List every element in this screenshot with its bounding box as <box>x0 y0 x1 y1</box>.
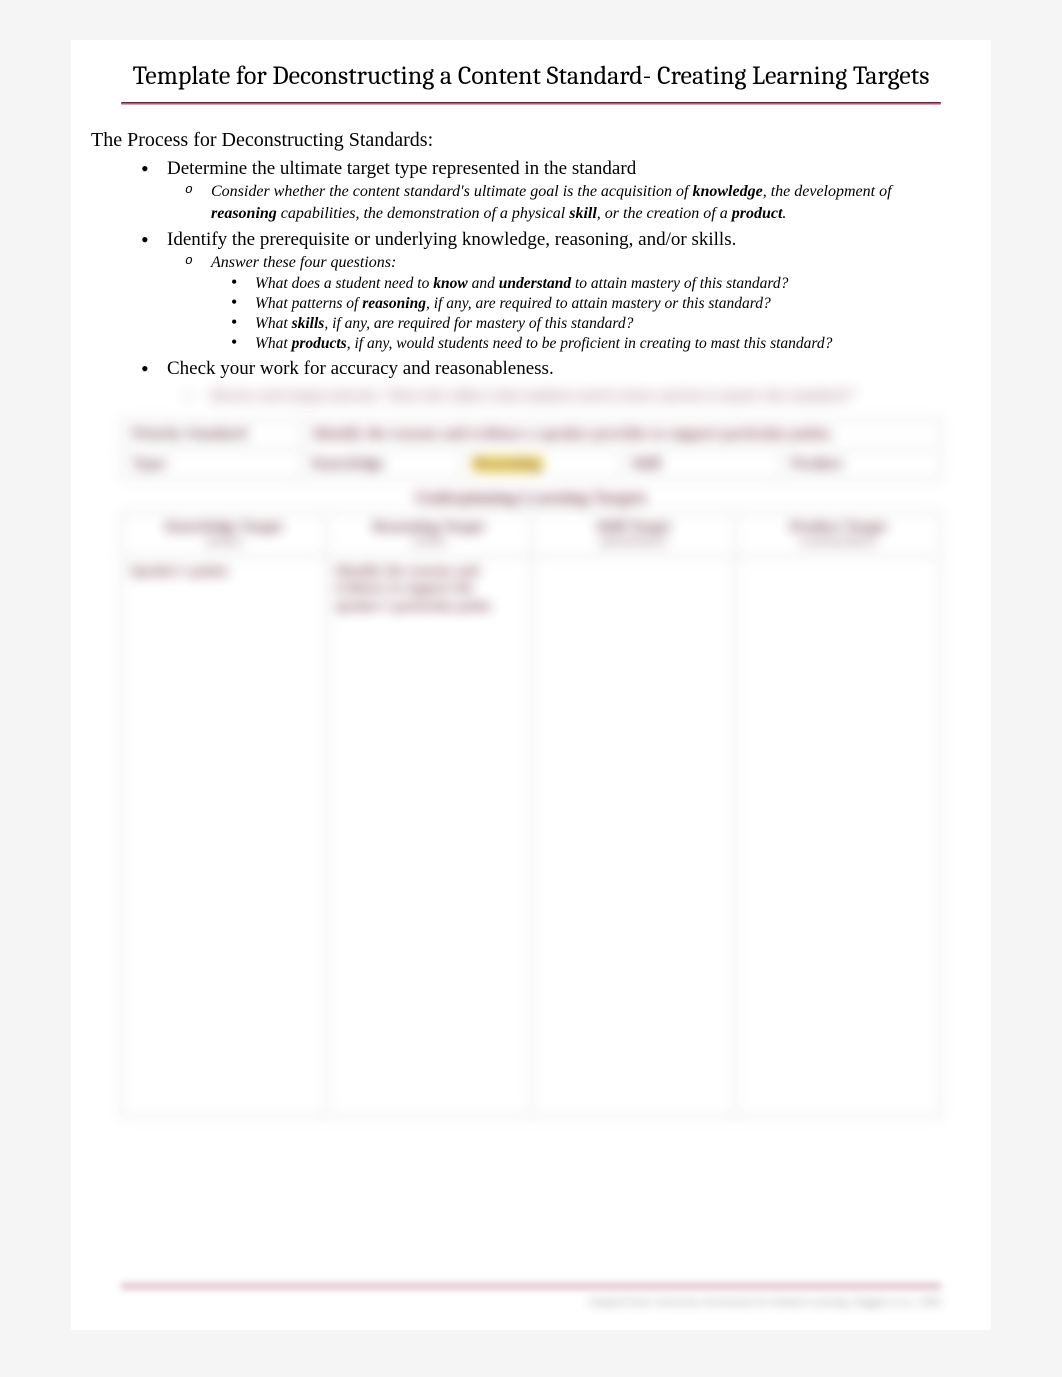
bullet-identify-text: Identify the prerequisite or underlying … <box>167 229 736 250</box>
q4c: , if any, would students need to be prof… <box>347 335 833 352</box>
header-skill-sub: (performance) <box>536 536 732 549</box>
process-heading: The Process for Deconstructing Standards… <box>91 129 941 152</box>
type-product: Product <box>781 450 941 480</box>
q1e: to attain mastery of this standard? <box>571 275 788 292</box>
footer-citation: Adapted from Classroom Assessment for St… <box>121 1296 941 1308</box>
cell-product <box>736 556 941 1116</box>
consider-pre: Consider whether the content standard's … <box>211 183 692 200</box>
cell-skill <box>531 556 736 1116</box>
document-page: Template for Deconstructing a Content St… <box>71 40 991 1330</box>
learning-targets-table: Knowledge Target (nouns) Reasoning Targe… <box>121 512 941 1116</box>
priority-standard-table: Priority Standard Identify the reasons a… <box>121 419 941 480</box>
q1d: understand <box>499 275 571 292</box>
bullet-check-text: Check your work for accuracy and reasona… <box>167 358 554 379</box>
page-title: Template for Deconstructing a Content St… <box>121 60 941 94</box>
bullet-check-sub: Review each target and ask, "Does this r… <box>185 388 941 405</box>
header-product-target: Product Target (create/produce) <box>736 513 941 556</box>
cell-reasoning-text: Identify the reasons and evidence to sup… <box>335 564 493 614</box>
priority-standard-text: Identify the reasons and evidence a spea… <box>302 420 941 450</box>
priority-standard-table-wrap: Priority Standard Identify the reasons a… <box>121 419 941 480</box>
question-skills: What skills, if any, are required for ma… <box>231 314 941 334</box>
consider-mid3: , or the creation of a <box>597 205 732 222</box>
q1b: know <box>433 275 467 292</box>
cell-reasoning: Identify the reasons and evidence to sup… <box>326 556 531 1116</box>
q3b: skills <box>292 315 325 332</box>
q3a: What <box>255 315 292 332</box>
bullet-determine: Determine the ultimate target type repre… <box>141 156 941 225</box>
question-products: What products, if any, would students ne… <box>231 334 941 354</box>
underpinning-header: Underpinning Learning Targets <box>121 480 941 512</box>
q4b: products <box>292 335 347 352</box>
q2b: reasoning <box>362 295 426 312</box>
process-list: Determine the ultimate target type repre… <box>141 156 941 382</box>
header-reasoning-target: Reasoning Target (verbs) <box>326 513 531 556</box>
header-product-sub: (create/produce) <box>740 536 936 549</box>
word-skill: skill <box>569 205 597 222</box>
header-product-text: Product Target <box>790 519 887 535</box>
bullet-consider: Consider whether the content standard's … <box>185 181 941 224</box>
header-knowledge-sub: (nouns) <box>126 536 322 549</box>
bullet-answer-four: Answer these four questions: What does a… <box>185 252 941 354</box>
header-skill-text: Skill Target <box>596 519 671 535</box>
footer-divider <box>121 1285 941 1288</box>
q2a: What patterns of <box>255 295 362 312</box>
answer-four-text: Answer these four questions: <box>211 254 396 271</box>
question-reasoning: What patterns of reasoning, if any, are … <box>231 294 941 314</box>
question-know: What does a student need to know and und… <box>231 274 941 294</box>
q1c: and <box>468 275 499 292</box>
label-priority-standard: Priority Standard <box>122 420 302 450</box>
title-divider <box>121 102 941 105</box>
cell-knowledge-text: Speaker's points <box>130 564 228 579</box>
type-skill: Skill <box>621 450 781 480</box>
header-reasoning-text: Reasoning Target <box>373 519 485 535</box>
bullet-identify: Identify the prerequisite or underlying … <box>141 227 941 355</box>
word-knowledge: knowledge <box>692 183 762 200</box>
bullet-determine-text: Determine the ultimate target type repre… <box>167 158 636 179</box>
cell-knowledge: Speaker's points <box>122 556 327 1116</box>
header-reasoning-sub: (verbs) <box>331 536 527 549</box>
word-reasoning: reasoning <box>211 205 277 222</box>
blurred-content: Review each target and ask, "Does this r… <box>121 388 941 405</box>
type-knowledge: Knowledge <box>302 450 462 480</box>
type-reasoning: Reasoning <box>461 450 621 480</box>
targets-header-row: Knowledge Target (nouns) Reasoning Targe… <box>122 513 941 556</box>
q2c: , if any, are required to attain mastery… <box>426 295 771 312</box>
consider-mid2: capabilities, the demonstration of a phy… <box>277 205 569 222</box>
q4a: What <box>255 335 292 352</box>
consider-end: . <box>782 205 786 222</box>
label-type: Type: <box>122 450 302 480</box>
q3c: , if any, are required for mastery of th… <box>324 315 633 332</box>
q1a: What does a student need to <box>255 275 433 292</box>
consider-mid1: , the development of <box>763 183 892 200</box>
header-skill-target: Skill Target (performance) <box>531 513 736 556</box>
header-knowledge-target: Knowledge Target (nouns) <box>122 513 327 556</box>
row-priority-standard: Priority Standard Identify the reasons a… <box>122 420 941 450</box>
bullet-check: Check your work for accuracy and reasona… <box>141 356 941 382</box>
word-product: product <box>732 205 783 222</box>
row-type: Type: Knowledge Reasoning Skill Product <box>122 450 941 480</box>
targets-body-row: Speaker's points Identify the reasons an… <box>122 556 941 1116</box>
type-reasoning-highlight: Reasoning <box>472 456 543 472</box>
header-knowledge-text: Knowledge Target <box>165 519 282 535</box>
